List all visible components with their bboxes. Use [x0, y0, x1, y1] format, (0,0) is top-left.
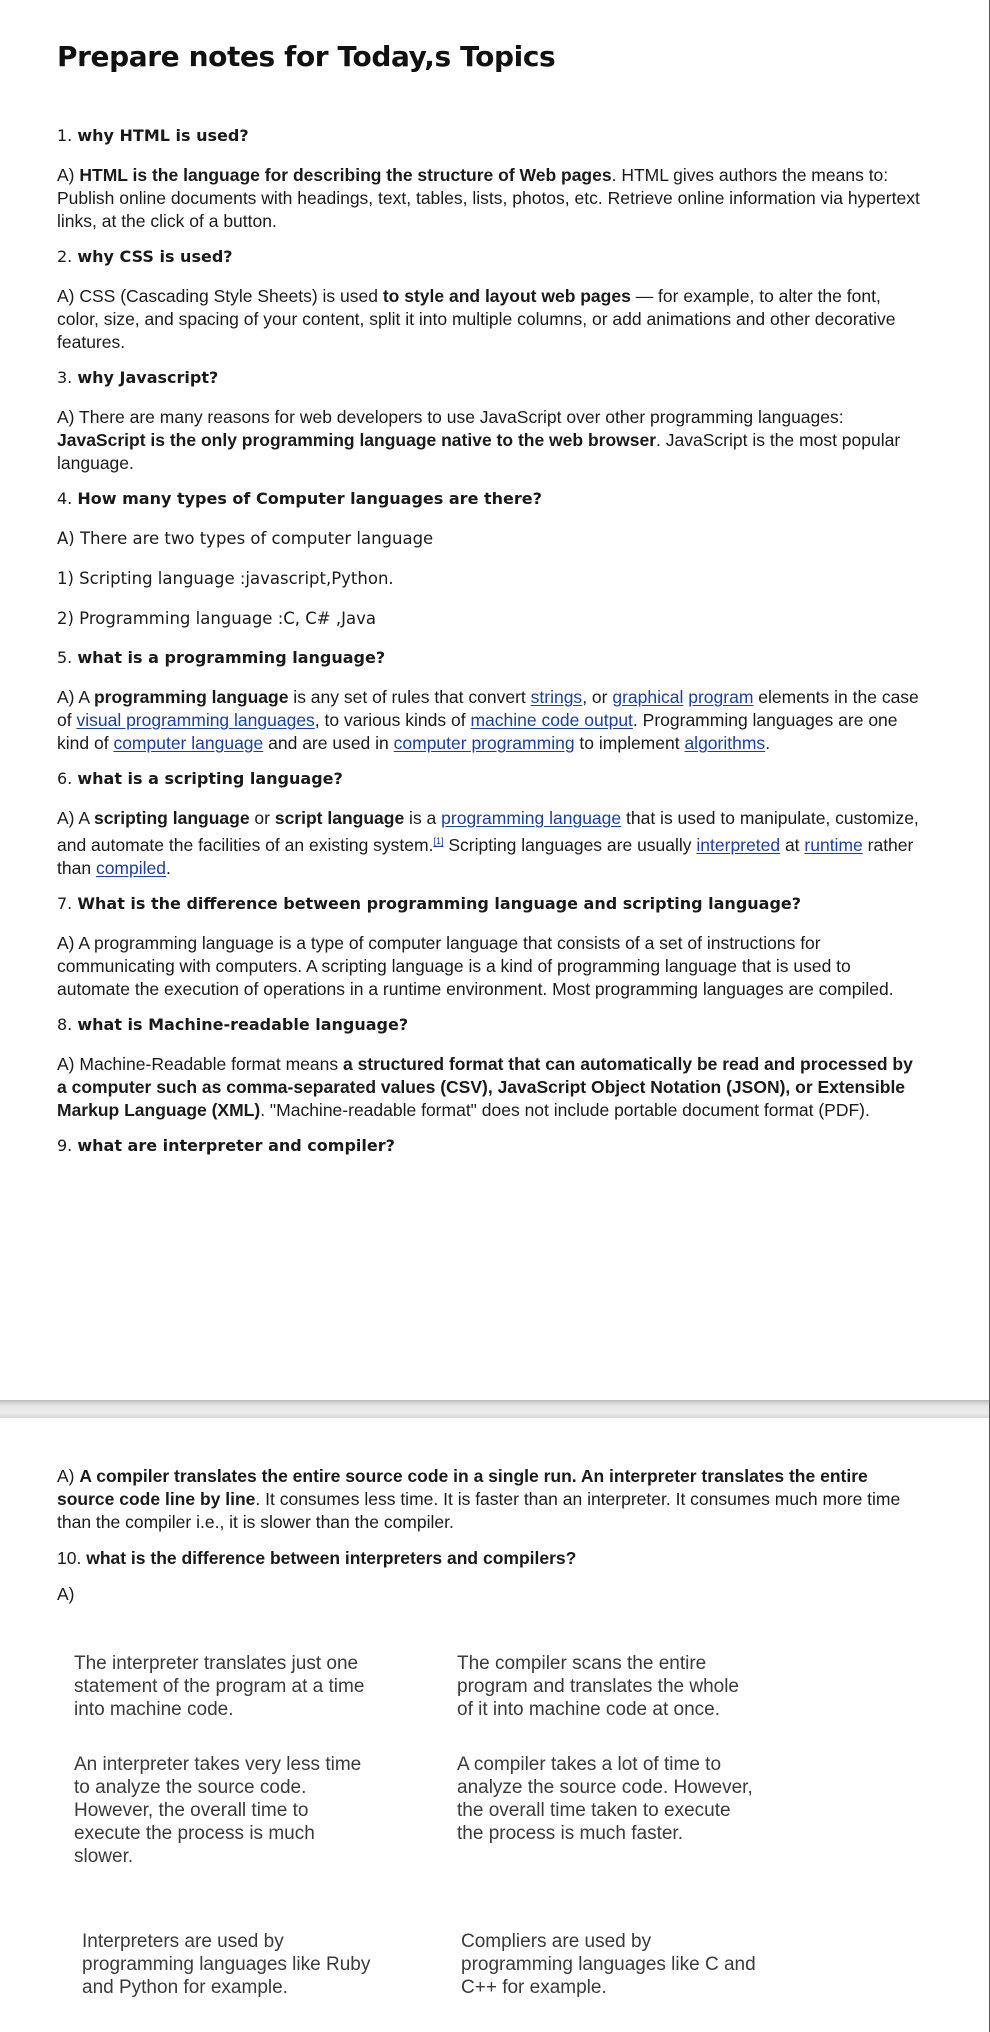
question-text: why HTML is used? [77, 126, 249, 145]
question-number: 3. [57, 368, 73, 387]
question-number: 7. [57, 893, 73, 913]
comparison-row: An interpreter takes very less time to a… [74, 1753, 814, 1868]
answer-bold: script language [274, 808, 405, 828]
page-title: Prepare notes for Today,s Topics [57, 40, 556, 73]
link-graphical[interactable]: graphical [612, 687, 683, 707]
answer-text: is any set of rules that convert [288, 687, 531, 707]
compiler-cell: Compliers are used by programming langua… [461, 1931, 756, 1998]
link-compiled[interactable]: compiled [96, 858, 166, 878]
answer-2: A) CSS (Cascading Style Sheets) is used … [57, 285, 927, 354]
link-strings[interactable]: strings [531, 687, 583, 707]
question-text: what are interpreter and compiler? [77, 1135, 395, 1155]
compiler-cell: A compiler takes a lot of time to analyz… [457, 1754, 753, 1844]
footnote-ref[interactable]: [1] [433, 836, 443, 846]
answer-text: Scripting languages are usually [443, 834, 697, 855]
answer-text: to implement [574, 733, 685, 753]
question-text: what is Machine-readable language? [77, 1014, 409, 1034]
question-number: 10. [57, 1548, 82, 1568]
question-number: 9. [57, 1135, 73, 1155]
answer-text: . [165, 857, 171, 878]
answer-4-line-2: 1) Scripting language :javascript,Python… [57, 569, 394, 588]
question-5: 5. what is a programming language? [57, 647, 927, 669]
answer-1: A) HTML is the language for describing t… [57, 164, 927, 233]
question-text: what is the difference between interpret… [86, 1548, 577, 1568]
answer-bold: to style and layout web pages [382, 286, 631, 306]
comparison-row: The interpreter translates just one stat… [74, 1652, 814, 1721]
question-10: 10. what is the difference between inter… [57, 1547, 927, 1570]
question-text: why Javascript? [77, 368, 219, 387]
link-programming-language[interactable]: programming language [441, 808, 621, 828]
comparison-row: Interpreters are used by programming lan… [74, 1900, 814, 1999]
answer-4-line-1: A) There are two types of computer langu… [57, 529, 434, 548]
answer-text: at [780, 834, 805, 855]
question-text: what is a programming language? [77, 648, 386, 667]
question-4: 4. How many types of Computer languages … [57, 488, 927, 510]
answer-7: A) A programming language is a type of c… [57, 932, 894, 999]
question-6: 6. what is a scripting language? [57, 768, 927, 790]
answer-bold: programming language [93, 687, 289, 707]
question-text: what is a scripting language? [77, 769, 343, 788]
answer-8: A) Machine-Readable format means a struc… [57, 1053, 927, 1122]
answer-text: , to various kinds of [314, 710, 471, 730]
question-text: why CSS is used? [77, 247, 233, 266]
document-page-2: A) A compiler translates the entire sour… [57, 1465, 927, 1619]
question-number: 6. [57, 769, 73, 788]
answer-9: A) A compiler translates the entire sour… [57, 1465, 927, 1534]
answer-bold: HTML is the language for describing the … [79, 165, 612, 185]
question-text: How many types of Computer languages are… [77, 489, 542, 508]
link-algorithms[interactable]: algorithms [684, 733, 765, 753]
link-interpreted[interactable]: interpreted [696, 835, 780, 855]
question-7: 7. What is the difference between progra… [57, 893, 927, 915]
question-number: 1. [57, 126, 73, 145]
answer-text: . "Machine-readable format" does not inc… [260, 1099, 870, 1120]
question-3: 3. why Javascript? [57, 367, 927, 389]
link-machine-code-output[interactable]: machine code output [470, 710, 632, 730]
link-program[interactable]: program [688, 687, 753, 707]
document-page-1: Prepare notes for Today,s Topics 1. why … [57, 40, 927, 1174]
answer-text: A) A [57, 808, 94, 828]
interpreter-cell: The interpreter translates just one stat… [74, 1653, 365, 1720]
question-2: 2. why CSS is used? [57, 246, 927, 268]
answer-text: or [249, 808, 275, 828]
question-number: 5. [57, 648, 73, 667]
comparison-table: The interpreter translates just one stat… [74, 1652, 814, 2031]
answer-5: A) A programming language is any set of … [57, 686, 927, 755]
question-number: 2. [57, 247, 73, 266]
answer-text: A) Machine-Readable format means [57, 1053, 343, 1074]
answer-text: , or [582, 687, 613, 707]
answer-6: A) A scripting language or script langua… [57, 807, 927, 880]
answer-10: A) [57, 1584, 75, 1604]
answer-text: A) CSS (Cascading Style Sheets) is used [57, 286, 383, 306]
question-number: 8. [57, 1014, 73, 1034]
question-8: 8. what is Machine-readable language? [57, 1014, 927, 1036]
answer-text: A) There are many reasons for web develo… [57, 407, 844, 427]
answer-prefix: A) [57, 165, 80, 185]
link-runtime[interactable]: runtime [804, 835, 862, 855]
interpreter-cell: An interpreter takes very less time to a… [74, 1754, 362, 1867]
compiler-cell: The compiler scans the entire program an… [457, 1653, 739, 1720]
page-separator [0, 1400, 989, 1418]
interpreter-cell: Interpreters are used by programming lan… [82, 1931, 371, 1998]
link-computer-language[interactable]: computer language [113, 733, 263, 753]
answer-3: A) There are many reasons for web develo… [57, 406, 927, 475]
answer-4-line-3: 2) Programming language :C, C# ,Java [57, 609, 376, 628]
question-text: What is the difference between programmi… [77, 893, 802, 913]
answer-bold: JavaScript is the only programming langu… [57, 430, 657, 450]
answer-text: is a [404, 808, 442, 828]
answer-text: and are used in [263, 733, 394, 753]
question-9: 9. what are interpreter and compiler? [57, 1135, 927, 1157]
answer-bold: scripting language [93, 808, 250, 828]
link-visual-programming-languages[interactable]: visual programming languages [76, 710, 314, 730]
answer-text: A) [57, 1466, 80, 1486]
answer-text: . [765, 733, 771, 753]
question-1: 1. why HTML is used? [57, 125, 927, 147]
link-computer-programming[interactable]: computer programming [394, 733, 575, 753]
answer-text: A) A [57, 687, 94, 707]
question-number: 4. [57, 489, 73, 508]
